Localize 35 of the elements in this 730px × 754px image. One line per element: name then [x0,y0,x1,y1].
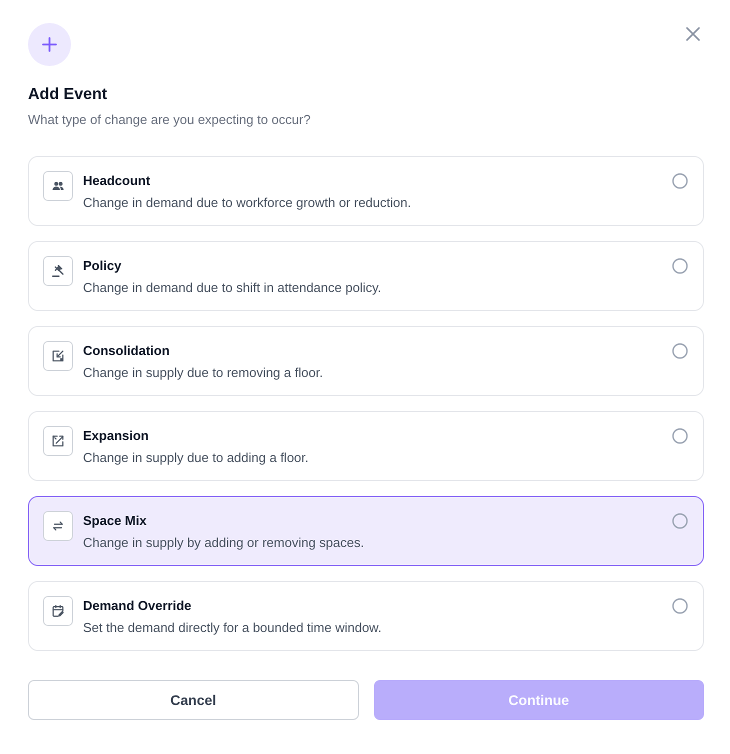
event-option-card[interactable]: Space Mix Change in supply by adding or removing spaces. [28,496,704,566]
radio-button[interactable] [672,598,688,614]
event-option-card[interactable]: Expansion Change in supply due to adding a floor. [28,411,704,481]
option-title: Policy [83,258,122,274]
option-title: Consolidation [83,343,171,359]
event-option-card[interactable]: Policy Change in demand due to shift in attendance policy. [28,241,704,311]
radio-button[interactable] [672,428,688,444]
people-tile-icon [43,171,73,201]
radio-button[interactable] [672,258,688,274]
calendar-edit-tile-icon [43,596,73,626]
option-description: Change in supply due to removing a floor. [83,365,324,381]
radio-button[interactable] [672,173,688,189]
close-icon[interactable] [686,27,700,41]
option-title: Headcount [83,173,152,189]
gavel-tile-icon [43,256,73,286]
swap-arrows-tile-icon [43,511,73,541]
option-description: Change in demand due to shift in attendance policy. [83,280,382,296]
shrink-square-tile-icon [43,341,73,371]
radio-button[interactable] [672,513,688,529]
event-option-card[interactable]: Headcount Change in demand due to workforce growth or reduction. [28,156,704,226]
event-option-card[interactable]: Demand Override Set the demand directly for a bounded time window. [28,581,704,651]
dialog-subtitle: What type of change are you expecting to occur? [28,112,312,128]
option-description: Set the demand directly for a bounded time window. [83,620,382,636]
option-description: Change in supply due to adding a floor. [83,450,310,466]
radio-button[interactable] [672,343,688,359]
option-description: Change in demand due to workforce growth or reduction. [83,195,412,211]
plus-icon [28,23,71,66]
option-title: Demand Override [83,598,192,614]
event-option-card[interactable]: Consolidation Change in supply due to removing a floor. [28,326,704,396]
option-title: Expansion [83,428,150,444]
dialog-title: Add Event [28,85,108,105]
option-title: Space Mix [83,513,148,529]
option-description: Change in supply by adding or removing spaces. [83,535,366,551]
cancel-button[interactable]: Cancel [28,680,358,720]
expand-square-tile-icon [43,426,73,456]
